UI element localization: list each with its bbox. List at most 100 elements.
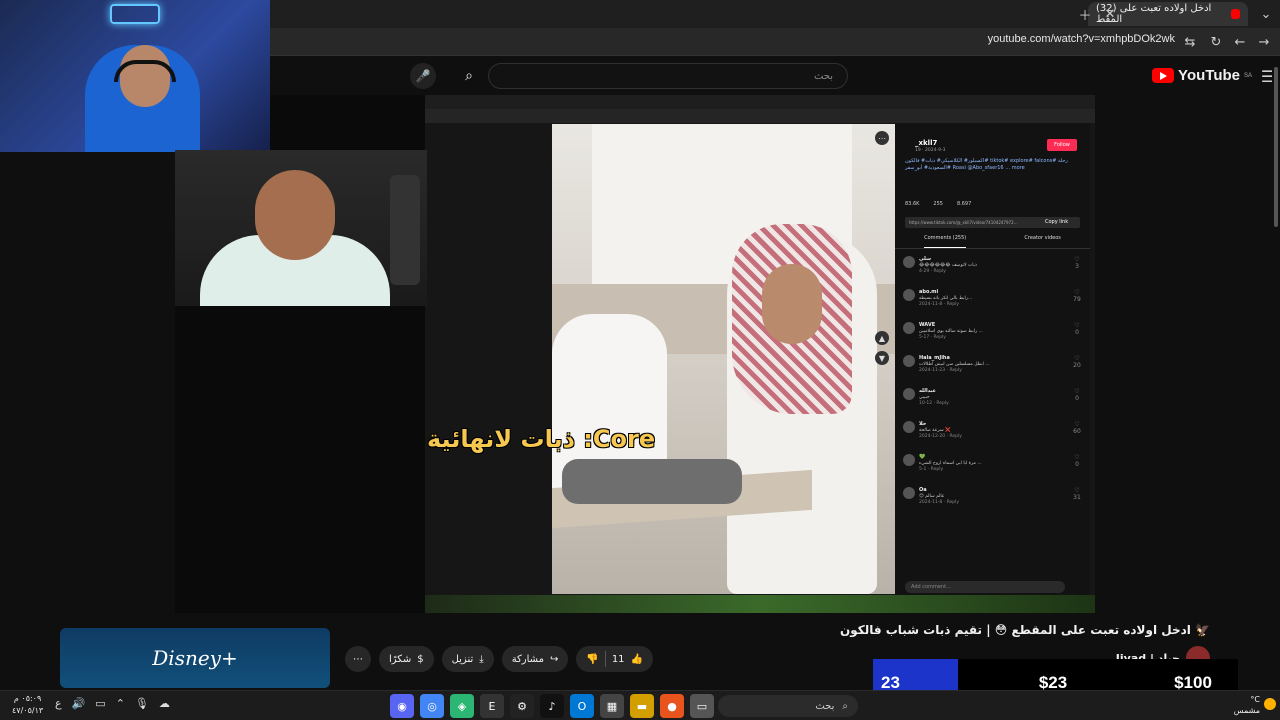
comment-meta[interactable]: 2024-12-20 · Reply bbox=[919, 434, 962, 439]
discord-icon[interactable]: ◉ bbox=[390, 694, 414, 718]
page-scrollbar[interactable] bbox=[1272, 57, 1280, 687]
tiktok-comment-list: سلي 😂😂😂😂😂😂 ذبات لاتوصف 4-29 · Reply ♡ 3 abo.m… bbox=[895, 253, 1090, 517]
commenter-avatar[interactable] bbox=[903, 421, 915, 433]
forward-icon[interactable]: → bbox=[1254, 32, 1274, 52]
search-input[interactable]: بحث bbox=[488, 63, 848, 89]
reload-icon[interactable]: ↻ bbox=[1206, 32, 1226, 52]
commenter-avatar[interactable] bbox=[903, 289, 915, 301]
site-settings-icon[interactable]: ⇆ bbox=[1180, 32, 1200, 52]
share-icon: ↪ bbox=[549, 653, 559, 665]
cloud-icon[interactable]: ☁ bbox=[159, 697, 170, 710]
likes-count[interactable]: 83.6K bbox=[905, 201, 919, 207]
chevron-up-icon[interactable]: ▲ bbox=[875, 331, 889, 345]
commenter-name[interactable]: Oa bbox=[919, 487, 927, 493]
youtube-logo[interactable]: YouTube SA bbox=[1152, 67, 1252, 84]
url-text[interactable]: youtube.com/watch?v=xmhpbDOk2wk bbox=[988, 33, 1175, 45]
tiktok-video-frame bbox=[552, 124, 899, 594]
commenter-avatar[interactable] bbox=[903, 487, 915, 499]
comment-body: 💚 مرة ابا ابي اسماه اروح الشيء ... 5-1 · R… bbox=[919, 454, 1068, 473]
tiktok-comment: Oa 😊 عالم سالم 2024-11-8 · Reply ♡ 31 bbox=[895, 484, 1090, 517]
commenter-avatar[interactable] bbox=[903, 355, 915, 367]
weather-widget[interactable]: °C مشمس bbox=[1234, 694, 1276, 716]
neon-logo bbox=[110, 4, 160, 24]
window-icon[interactable]: ▭ bbox=[690, 694, 714, 718]
comment-meta[interactable]: 5-1 · Reply bbox=[919, 467, 943, 472]
comment-meta[interactable]: 10-12 · Reply bbox=[919, 401, 949, 406]
outlook-icon[interactable]: O bbox=[570, 694, 594, 718]
notifications-icon[interactable]: ع bbox=[55, 697, 62, 710]
comment-like[interactable]: ♡ 0 bbox=[1072, 454, 1082, 468]
obs-icon[interactable]: ● bbox=[660, 694, 684, 718]
more-icon[interactable]: ⋯ bbox=[875, 131, 889, 145]
comment-body: سلي 😂😂😂😂😂😂 ذبات لاتوصف 4-29 · Reply bbox=[919, 256, 1068, 275]
chevron-up-icon[interactable]: ⌃ bbox=[116, 697, 125, 710]
tiktok-icon[interactable]: ♪ bbox=[540, 694, 564, 718]
chevron-down-icon[interactable]: ▼ bbox=[875, 351, 889, 365]
comments-count[interactable]: 255 bbox=[933, 201, 943, 207]
video-title: ادخل اولاده تعبت على المقطع 😳 | تقيم ذبا… bbox=[839, 623, 1210, 637]
comment-like[interactable]: ♡ 3 bbox=[1072, 256, 1082, 270]
webcam-streamer-2 bbox=[175, 150, 427, 306]
comment-like[interactable]: ♡ 20 bbox=[1072, 355, 1082, 369]
download-button[interactable]: تنزيل ⤓ bbox=[441, 646, 494, 672]
commenter-name[interactable]: خلا bbox=[919, 421, 926, 427]
disney-plus-promo[interactable]: Disney+ bbox=[60, 628, 330, 688]
volume-icon[interactable]: 🔊 bbox=[72, 697, 86, 710]
commenter-avatar[interactable] bbox=[903, 322, 915, 334]
tiktok-username[interactable]: _xkll7 bbox=[915, 139, 937, 147]
tab-comments[interactable]: Comments (255) bbox=[924, 235, 967, 248]
comment-meta[interactable]: 5-17 · Reply bbox=[919, 335, 946, 340]
comment-text: مرة ابا ابي اسماه اروح الشيء ... bbox=[919, 461, 982, 466]
close-tab-icon[interactable]: ✕ bbox=[1100, 4, 1120, 24]
display-icon[interactable]: ▭ bbox=[95, 697, 105, 710]
taskbar-clock[interactable]: ٠٥:٠٩ م ٤٧/٠٥/١٣ bbox=[12, 693, 43, 717]
search-icon[interactable]: ⌕ bbox=[454, 63, 484, 89]
taskbar-search[interactable]: بحث ⌕ bbox=[718, 695, 858, 717]
voice-search-icon[interactable]: 🎤 bbox=[410, 63, 436, 89]
add-comment-input[interactable]: Add comment... bbox=[905, 581, 1065, 593]
comment-like[interactable]: ♡ 79 bbox=[1072, 289, 1082, 303]
comment-like[interactable]: ♡ 31 bbox=[1072, 487, 1082, 501]
tab-list-icon[interactable]: ⌄ bbox=[1256, 4, 1276, 24]
new-tab-icon[interactable]: ＋ bbox=[1075, 4, 1095, 24]
copy-link-button[interactable]: Copy link bbox=[1045, 219, 1068, 225]
commenter-name[interactable]: WAVE bbox=[919, 322, 935, 328]
follow-button[interactable]: Follow bbox=[1047, 139, 1077, 151]
mic-tray-icon[interactable]: 🎙 bbox=[135, 697, 149, 710]
tab-creator-videos[interactable]: Creator videos bbox=[1024, 235, 1061, 248]
video-actions: ⋯ شكرًا $ تنزيل ⤓ مشاركة ↪ 👎 11 👍 bbox=[345, 646, 653, 672]
commenter-name[interactable]: Hala_mJiha bbox=[919, 355, 950, 361]
scrollbar-thumb[interactable] bbox=[1274, 67, 1278, 227]
commenter-avatar[interactable] bbox=[903, 454, 915, 466]
comment-meta[interactable]: 2024-11-23 · Reply bbox=[919, 368, 962, 373]
app-green-icon[interactable]: ◈ bbox=[450, 694, 474, 718]
more-actions-button[interactable]: ⋯ bbox=[345, 646, 371, 672]
commenter-name[interactable]: 💚 bbox=[919, 454, 925, 460]
inner-screen: ⋯ ▲ ▼ _xkll7 19 · 2024-9-3 Follow اكسبلو… bbox=[425, 95, 1095, 613]
steam-icon[interactable]: ⚙ bbox=[510, 694, 534, 718]
commenter-name[interactable]: عبدالله bbox=[919, 388, 936, 394]
back-icon[interactable]: ← bbox=[1230, 32, 1250, 52]
tiktok-comment: Hala_mJiha ابطل مسلسلين سن لبيش اطلالات .… bbox=[895, 352, 1090, 385]
comment-meta[interactable]: 4-29 · Reply bbox=[919, 269, 946, 274]
share-button[interactable]: مشاركة ↪ bbox=[501, 646, 569, 672]
file-explorer-icon[interactable]: ▬ bbox=[630, 694, 654, 718]
epic-games-icon[interactable]: E bbox=[480, 694, 504, 718]
comment-like[interactable]: ♡ 60 bbox=[1072, 421, 1082, 435]
comment-like[interactable]: ♡ 0 bbox=[1072, 322, 1082, 336]
comment-meta[interactable]: 2024-11-8 · Reply bbox=[919, 500, 959, 505]
youtube-header: 🎤 ⌕ بحث YouTube SA ☰ bbox=[270, 57, 1280, 95]
commenter-avatar[interactable] bbox=[903, 256, 915, 268]
chrome-icon[interactable]: ◎ bbox=[420, 694, 444, 718]
like-icon[interactable]: 👍 bbox=[631, 654, 643, 665]
comment-meta[interactable]: 2024-11-8 · Reply bbox=[919, 302, 959, 307]
commenter-avatar[interactable] bbox=[903, 388, 915, 400]
thanks-button[interactable]: شكرًا $ bbox=[379, 646, 434, 672]
dislike-icon[interactable]: 👎 bbox=[586, 654, 598, 665]
commenter-name[interactable]: abo.mi bbox=[919, 289, 938, 295]
share-label: مشاركة bbox=[511, 653, 544, 665]
comment-like[interactable]: ♡ 0 bbox=[1072, 388, 1082, 402]
commenter-name[interactable]: سلي bbox=[919, 256, 931, 262]
store-icon[interactable]: ▦ bbox=[600, 694, 624, 718]
saves-count[interactable]: 8.697 bbox=[957, 201, 971, 207]
